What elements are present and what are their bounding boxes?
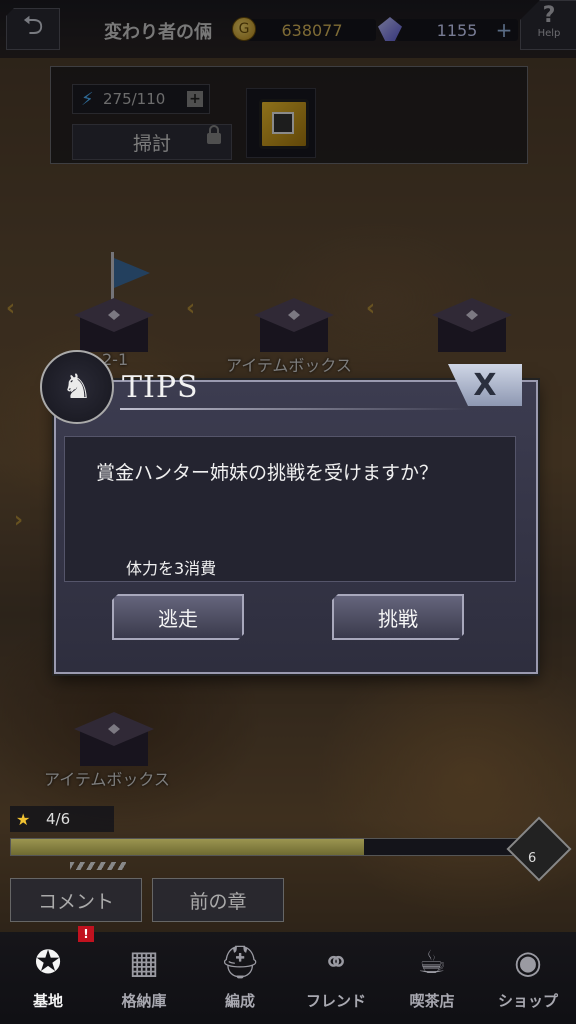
handshake-icon: ⚭ <box>322 943 350 981</box>
nav-label: 基地 <box>32 992 63 1010</box>
comment-label: コメント <box>37 890 114 913</box>
nav-label: 喫茶店 <box>409 992 455 1010</box>
stripe-decoration <box>70 862 126 870</box>
close-icon: X <box>473 367 497 403</box>
stamina-cost: 体力を3消費 <box>126 559 217 578</box>
nav-label: ショップ <box>497 992 558 1010</box>
nav-friends[interactable]: ⚭ フレンド <box>288 932 384 1024</box>
cafe-icon: ☕ <box>417 943 447 981</box>
nav-label: 格納庫 <box>121 992 167 1010</box>
challenge-button[interactable]: 挑戦 <box>332 594 464 640</box>
flee-button[interactable]: 逃走 <box>112 594 244 640</box>
base-icon: ✪ <box>34 943 62 981</box>
flee-label: 逃走 <box>158 606 198 631</box>
nav-formation[interactable]: ⛑ 編成 <box>192 932 288 1024</box>
notification-badge: ! <box>78 926 94 942</box>
nav-label: 編成 <box>224 992 255 1010</box>
star-icon: ★ <box>16 809 31 829</box>
nav-label: フレンド <box>305 992 366 1010</box>
star-count: 4/6 <box>46 810 71 828</box>
formation-icon: ⛑ <box>219 943 261 981</box>
dialog-title: TIPS <box>122 370 199 405</box>
shop-icon: ◉ <box>514 943 542 981</box>
dialog-message: 賞金ハンター姉妹の挑戦を受けますか？ <box>96 462 439 484</box>
nav-base[interactable]: ✪ 基地 <box>0 932 96 1024</box>
prev-chapter-label: 前の章 <box>189 890 247 913</box>
star-progress: ★ 4/6 <box>10 806 114 832</box>
nav-hangar[interactable]: ▦ 格納庫 <box>96 932 192 1024</box>
comment-button[interactable]: コメント <box>10 878 142 922</box>
faction-emblem-icon: ♞ <box>40 350 114 424</box>
prev-chapter-button[interactable]: 前の章 <box>152 878 284 922</box>
reward-threshold: 6 <box>528 851 537 866</box>
challenge-label: 挑戦 <box>378 606 418 631</box>
nav-cafe[interactable]: ☕ 喫茶店 <box>384 932 480 1024</box>
title-divider <box>120 408 470 410</box>
hangar-icon: ▦ <box>128 943 160 981</box>
progress-fill <box>11 839 365 855</box>
nav-shop[interactable]: ◉ ショップ <box>480 932 576 1024</box>
chapter-progress-bar <box>10 838 528 856</box>
